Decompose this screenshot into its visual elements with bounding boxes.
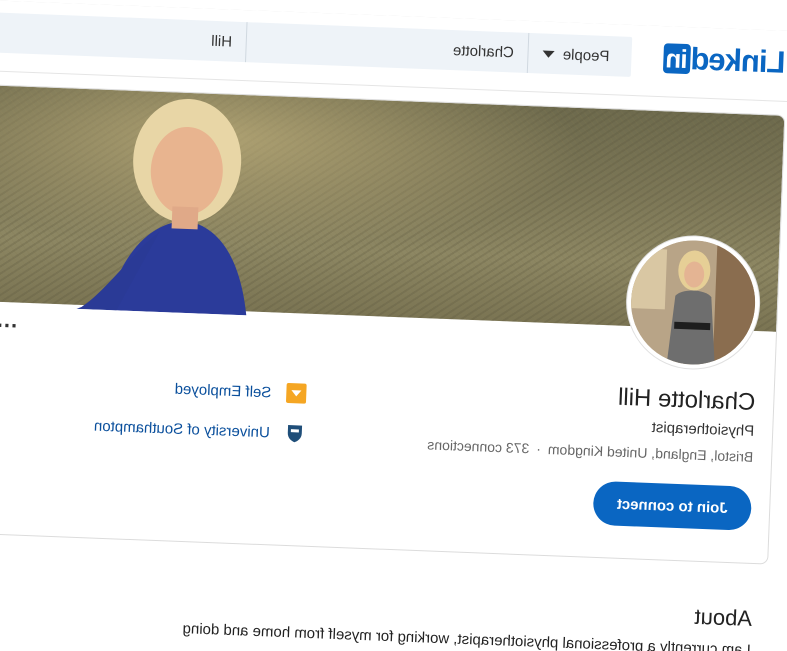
org-row-current[interactable]: Self Employed (7, 368, 308, 407)
banner-person-illustration (76, 98, 247, 316)
briefcase-icon (285, 382, 308, 405)
org-label-education: University of Southampton (93, 417, 271, 441)
join-to-connect-button[interactable]: Join to connect (592, 480, 753, 531)
logo-in-box: in (662, 43, 692, 75)
people-search-bar: People Charlotte Hill (0, 10, 633, 77)
profile-card: ... Charlotte Hill Physiotherapist Brist… (0, 84, 786, 565)
profile-meta: Bristol, England, United Kingdom · 373 con… (427, 436, 753, 465)
search-type-dropdown[interactable]: People (527, 32, 633, 77)
org-row-education[interactable]: University of Southampton (5, 408, 307, 447)
more-actions-button[interactable]: ... (0, 307, 18, 333)
experience-summary: Self Employed University of Southampton (5, 368, 308, 459)
crest-icon (283, 421, 307, 445)
mirrored-page: Linked in People Charlotte Hill ... Char… (0, 0, 787, 651)
caret-down-icon (542, 50, 555, 58)
last-name-input[interactable]: Hill (0, 11, 247, 62)
profile-connections: 373 connections (427, 436, 530, 457)
linkedin-logo[interactable]: Linked in (662, 40, 787, 81)
separator-dot: · (535, 440, 542, 457)
logo-wordmark: Linked (690, 41, 787, 80)
screenshot-scene: Linked in People Charlotte Hill ... Char… (0, 0, 787, 651)
org-label-current: Self Employed (174, 380, 272, 401)
search-type-label: People (562, 45, 610, 65)
profile-headline: Physiotherapist (651, 418, 755, 440)
about-text: I am currently a professional physiother… (182, 620, 752, 651)
about-heading: About (694, 603, 753, 631)
avatar-photo (628, 238, 758, 367)
first-name-input[interactable]: Charlotte (245, 22, 529, 73)
profile-location: Bristol, England, United Kingdom (547, 441, 754, 465)
profile-name: Charlotte Hill (617, 383, 756, 416)
